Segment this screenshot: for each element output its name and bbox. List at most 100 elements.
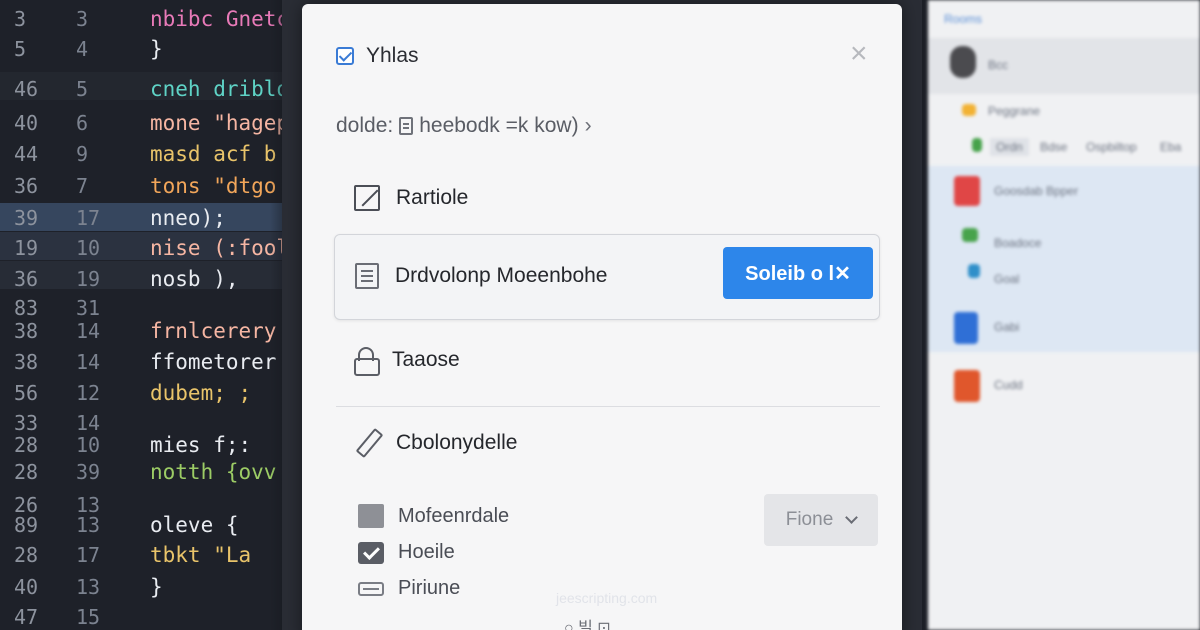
dialog-title: Yhlas bbox=[366, 44, 419, 67]
code-line: 28 39 notth {ovv bbox=[0, 457, 300, 487]
code-line: 89 13 oleve { bbox=[0, 510, 300, 540]
filter-chip[interactable]: Bdse bbox=[1040, 140, 1067, 154]
check-item-2[interactable]: Hoeile bbox=[358, 541, 455, 564]
folder-icon bbox=[962, 104, 976, 116]
footer-icons: ○ 빌 ⊡ bbox=[564, 620, 611, 630]
code-text[interactable]: masd acf b bbox=[150, 139, 276, 169]
line-number: 5 bbox=[14, 37, 27, 61]
line-number: 28 bbox=[14, 433, 39, 457]
code-text[interactable]: } bbox=[150, 572, 163, 602]
option-row-1[interactable]: Rartiole bbox=[354, 185, 468, 211]
code-text[interactable]: frnlcerery bbox=[150, 316, 276, 346]
code-line: 44 9 masd acf b bbox=[0, 139, 300, 169]
code-text[interactable]: notth {ovv bbox=[150, 457, 276, 487]
panel-item-label[interactable]: Cudd bbox=[994, 378, 1023, 392]
code-line: 40 6 mone "hagep bbox=[0, 108, 300, 138]
line-number: 40 bbox=[14, 111, 39, 135]
line-number: 38 bbox=[14, 350, 39, 374]
item-icon bbox=[968, 264, 980, 278]
right-side-panel: Rooms Bcc Peggrane Ordn Bdse Ospbiltop E… bbox=[928, 0, 1200, 630]
item-icon bbox=[954, 312, 978, 344]
code-text[interactable]: nneo); bbox=[150, 203, 226, 233]
line-number: 89 bbox=[14, 513, 39, 537]
breadcrumb[interactable]: dolde: heebodk =k kow) › bbox=[336, 114, 592, 138]
code-text[interactable]: oleve { bbox=[150, 510, 239, 540]
line-number-secondary: 4 bbox=[76, 37, 89, 61]
line-number: 56 bbox=[14, 381, 39, 405]
line-number: 47 bbox=[14, 605, 39, 629]
line-number: 3 bbox=[14, 7, 27, 31]
line-number: 38 bbox=[14, 319, 39, 343]
code-line: 56 12 dubem; ; bbox=[0, 378, 300, 408]
chevron-down-icon bbox=[845, 511, 859, 524]
option-row-2[interactable]: Taaose bbox=[354, 347, 460, 376]
line-number: 36 bbox=[14, 267, 39, 291]
code-text[interactable]: mies f;: bbox=[150, 430, 251, 460]
line-number-secondary: 10 bbox=[76, 236, 101, 260]
code-text[interactable]: } bbox=[150, 34, 163, 64]
folder-label[interactable]: Peggrane bbox=[988, 104, 1040, 118]
option-label: Cbolonydelle bbox=[396, 431, 518, 454]
line-number-secondary: 39 bbox=[76, 460, 101, 484]
select-button[interactable]: Soleib o l✕ bbox=[723, 247, 873, 299]
dropdown-select[interactable]: Fione bbox=[764, 494, 878, 546]
line-number-secondary: 13 bbox=[76, 513, 101, 537]
panel-header: Rooms bbox=[944, 12, 983, 26]
filter-chip[interactable]: Ordn bbox=[990, 138, 1029, 156]
check-item-label: Hoeile bbox=[398, 541, 455, 563]
check-item-1[interactable]: Mofeenrdale bbox=[358, 504, 509, 528]
check-item-label: Mofeenrdale bbox=[398, 504, 510, 527]
code-line: 46 5 cneh dribloo bbox=[0, 74, 300, 104]
code-line: 5 4} bbox=[0, 34, 300, 64]
line-number: 28 bbox=[14, 543, 39, 567]
checked-checkbox-icon[interactable] bbox=[358, 541, 384, 564]
breadcrumb-path: heebodk =k kow) bbox=[419, 114, 579, 137]
filter-chip[interactable]: Eba bbox=[1160, 140, 1181, 154]
close-icon[interactable]: × bbox=[850, 39, 868, 69]
code-line: 38 14 frnlcerery bbox=[0, 316, 300, 346]
line-number-secondary: 19 bbox=[76, 267, 101, 291]
code-line: 19 10 nise (:fools bbox=[0, 233, 300, 263]
line-number-secondary: 14 bbox=[76, 350, 101, 374]
selected-option-card[interactable]: Drdvolonp Moeenbohe Soleib o l✕ bbox=[334, 234, 880, 320]
line-number-secondary: 14 bbox=[76, 319, 101, 343]
selected-option-row: Drdvolonp Moeenbohe bbox=[355, 263, 607, 289]
item-icon bbox=[954, 176, 980, 206]
checkbox-icon[interactable] bbox=[336, 47, 354, 65]
code-text[interactable]: ffometorer bbox=[150, 347, 276, 377]
code-text[interactable]: tbkt "La bbox=[150, 540, 251, 570]
line-number-secondary: 15 bbox=[76, 605, 101, 629]
code-line: 40 13} bbox=[0, 572, 300, 602]
code-text[interactable]: mone "hagep bbox=[150, 108, 289, 138]
minus-box-icon bbox=[358, 581, 384, 596]
breadcrumb-prefix: dolde: bbox=[336, 114, 394, 137]
edit-square-icon bbox=[354, 185, 380, 211]
panel-item-label[interactable]: Goosdab Bpper bbox=[994, 184, 1078, 198]
line-number: 44 bbox=[14, 142, 39, 166]
item-icon bbox=[962, 228, 978, 242]
line-number: 40 bbox=[14, 575, 39, 599]
filter-chip[interactable]: Ospbiltop bbox=[1086, 140, 1137, 154]
code-text[interactable]: dubem; ; bbox=[150, 378, 251, 408]
line-number-secondary: 6 bbox=[76, 111, 89, 135]
panel-item-label[interactable]: Gabi bbox=[994, 320, 1019, 334]
divider bbox=[336, 406, 880, 407]
line-number: 39 bbox=[14, 206, 39, 230]
settings-dialog: Yhlas × dolde: heebodk =k kow) › Rartiol… bbox=[302, 4, 902, 630]
user-name[interactable]: Bcc bbox=[988, 58, 1008, 72]
code-line: 28 17 tbkt "La bbox=[0, 540, 300, 570]
line-number-secondary: 9 bbox=[76, 142, 89, 166]
panel-item-label[interactable]: Goal bbox=[994, 272, 1019, 286]
line-number: 36 bbox=[14, 174, 39, 198]
code-line: 3 3 nbibc Gnetcg bbox=[0, 4, 300, 34]
check-item-3[interactable]: Piriune bbox=[358, 577, 460, 600]
line-number-secondary: 10 bbox=[76, 433, 101, 457]
option-row-3[interactable]: Cbolonydelle bbox=[354, 430, 517, 456]
code-text[interactable]: tons "dtgo bbox=[150, 171, 276, 201]
code-text[interactable]: nosb ), bbox=[150, 264, 239, 294]
panel-item-label[interactable]: Boadoce bbox=[994, 236, 1041, 250]
line-number-secondary: 7 bbox=[76, 174, 89, 198]
selected-option-label: Drdvolonp Moeenbohe bbox=[395, 264, 608, 287]
line-number: 28 bbox=[14, 460, 39, 484]
line-number: 46 bbox=[14, 77, 39, 101]
